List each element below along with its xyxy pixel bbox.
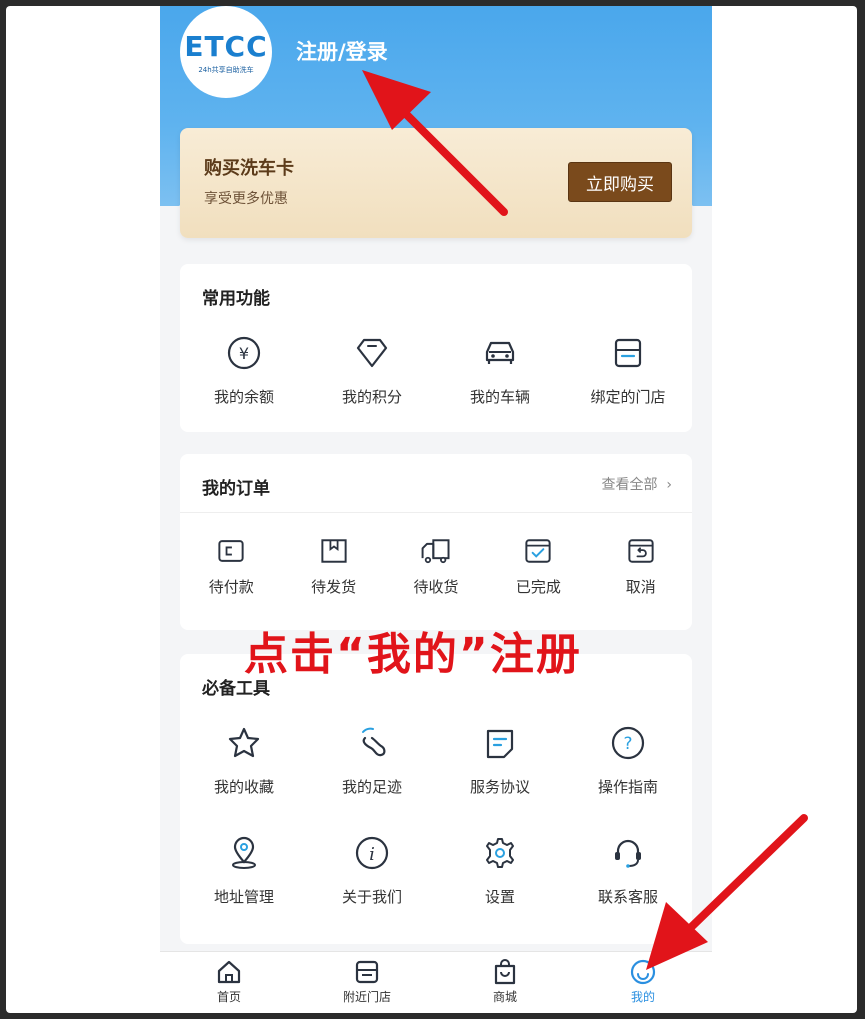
arrow-to-login-icon: [362, 70, 508, 216]
arrow-to-mine-tab-icon: [646, 814, 808, 970]
screenshot-frame: ETCC 24h共享自助洗车 注册/登录 购买洗车卡 享受更多优惠 立即购买 常…: [6, 6, 857, 1013]
annotation-arrows: [362, 70, 808, 970]
